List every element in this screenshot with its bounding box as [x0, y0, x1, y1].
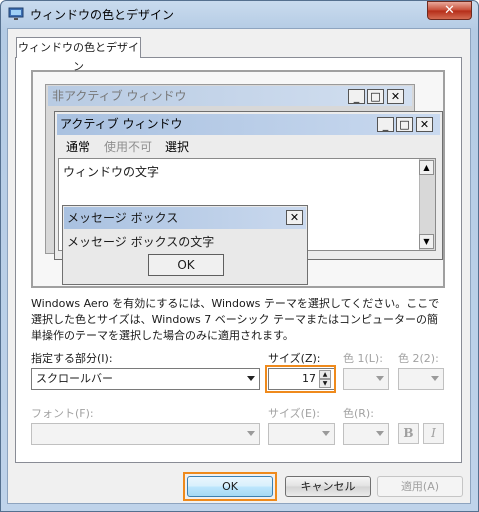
ok-highlight-box	[183, 472, 277, 501]
active-close-icon: ✕	[416, 117, 433, 132]
chevron-down-icon	[376, 376, 384, 381]
inactive-minimize-icon: _	[348, 89, 365, 104]
color2-picker[interactable]	[398, 368, 444, 390]
color1-label: 色 1(L):	[343, 352, 383, 365]
message-box-title[interactable]: メッセージ ボックス	[64, 207, 306, 229]
font-select[interactable]	[31, 423, 260, 445]
menu-item-disabled[interactable]: 使用不可	[104, 138, 152, 155]
chevron-down-icon	[247, 376, 255, 381]
size-highlight-box	[265, 365, 336, 393]
window-text: ウィンドウの文字	[63, 165, 160, 179]
message-box-text: メッセージ ボックスの文字	[67, 235, 215, 249]
cancel-button[interactable]: キャンセル	[285, 476, 371, 497]
font-size-label: サイズ(E):	[268, 407, 320, 420]
item-label: 指定する部分(I):	[31, 352, 113, 365]
tab-window-color[interactable]: ウィンドウの色とデザイン	[16, 37, 141, 73]
font-size-select[interactable]	[268, 423, 335, 445]
display-settings-icon	[8, 7, 24, 20]
close-window-button[interactable]: ✕	[427, 1, 472, 20]
inactive-maximize-icon: □	[367, 89, 384, 104]
close-icon: ✕	[444, 3, 455, 18]
chevron-down-icon	[322, 431, 330, 436]
inactive-close-icon: ✕	[387, 89, 404, 104]
font-color-label: 色(R):	[343, 407, 374, 420]
item-select[interactable]: スクロールバー	[31, 368, 260, 390]
item-size-label: サイズ(Z):	[268, 352, 321, 365]
font-color-picker[interactable]	[343, 423, 389, 445]
message-box-ok-button[interactable]: OK	[148, 254, 224, 276]
chevron-down-icon	[376, 431, 384, 436]
chevron-down-icon	[247, 431, 255, 436]
message-box-close-icon: ✕	[286, 210, 303, 225]
window-title: ウィンドウの色とデザイン	[30, 8, 175, 22]
color1-picker[interactable]	[343, 368, 389, 390]
bold-button[interactable]: B	[398, 423, 419, 444]
item-select-value: スクロールバー	[36, 372, 113, 385]
menu-item-normal[interactable]: 通常	[66, 138, 90, 155]
scroll-down-icon[interactable]: ▼	[419, 234, 434, 249]
font-label: フォント(F):	[31, 407, 94, 420]
scroll-up-icon[interactable]: ▲	[419, 160, 434, 175]
active-minimize-icon: _	[377, 117, 394, 132]
active-maximize-icon: □	[396, 117, 413, 132]
apply-button[interactable]: 適用(A)	[377, 476, 463, 497]
color2-label: 色 2(2):	[398, 352, 439, 365]
chevron-down-icon	[431, 376, 439, 381]
italic-button[interactable]: I	[423, 423, 444, 444]
description-text: Windows Aero を有効にするには、Windows テーマを選択してくだ…	[31, 297, 440, 342]
menu-item-selected[interactable]: 選択	[165, 138, 189, 155]
